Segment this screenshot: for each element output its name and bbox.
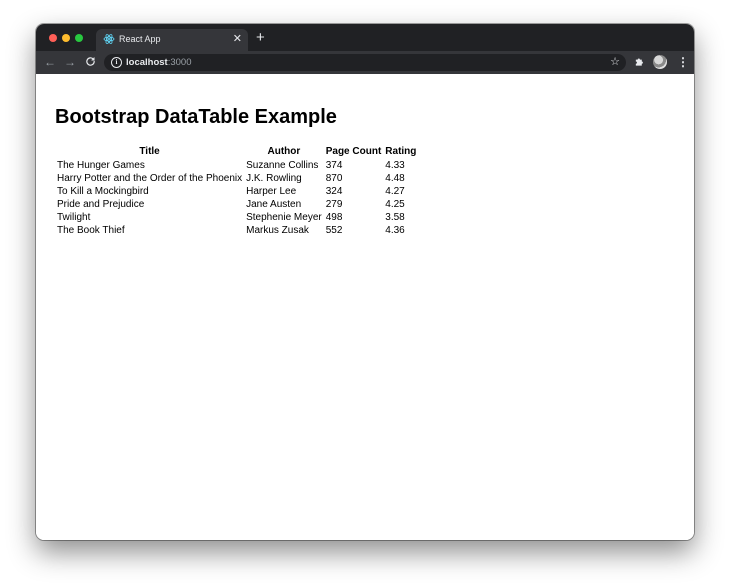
tab-react-app[interactable]: React App ✕ [96, 29, 248, 51]
puzzle-icon[interactable] [634, 54, 645, 72]
title-bar: React App ✕ + [36, 24, 694, 51]
plus-icon[interactable]: + [256, 30, 265, 46]
cell-author: Suzanne Collins [246, 160, 319, 171]
info-icon[interactable]: i [111, 57, 122, 68]
cell-rating: 4.36 [385, 225, 405, 236]
browser-window: React App ✕ + ← → i localhost:3000 ☆ ⋮ B… [36, 24, 694, 540]
cell-page-count: 552 [325, 225, 343, 236]
table-header-row: Title Author Page Count Rating [55, 144, 418, 159]
cell-author: J.K. Rowling [246, 173, 302, 184]
reload-icon[interactable] [85, 54, 96, 71]
address-bar[interactable]: i localhost:3000 ☆ [104, 54, 626, 71]
tab-title: React App [119, 34, 161, 44]
page-content: Bootstrap DataTable Example Title Author… [36, 74, 694, 540]
cell-rating: 4.25 [385, 199, 405, 210]
close-window-button[interactable] [49, 34, 57, 42]
forward-arrow-icon[interactable]: → [64, 54, 76, 70]
cell-author: Stephenie Meyer [246, 212, 322, 223]
cell-title: Harry Potter and the Order of the Phoeni… [57, 173, 243, 184]
table-row: The Hunger Games Suzanne Collins 374 4.3… [55, 159, 418, 172]
url-text: localhost:3000 [126, 57, 192, 68]
cell-page-count: 498 [325, 212, 343, 223]
cell-title: To Kill a Mockingbird [57, 186, 149, 197]
cell-author: Jane Austen [246, 199, 302, 210]
kebab-menu-icon[interactable]: ⋮ [677, 54, 689, 70]
table-row: The Book Thief Markus Zusak 552 4.36 [55, 224, 418, 237]
books-table: Title Author Page Count Rating The Hunge… [55, 144, 418, 237]
table-row: Pride and Prejudice Jane Austen 279 4.25 [55, 198, 418, 211]
close-icon[interactable]: ✕ [233, 32, 242, 46]
table-row: Harry Potter and the Order of the Phoeni… [55, 172, 418, 185]
back-arrow-icon[interactable]: ← [44, 54, 56, 70]
page-title: Bootstrap DataTable Example [55, 106, 337, 128]
cell-title: Twilight [57, 212, 91, 223]
column-header-author[interactable]: Author [244, 144, 324, 159]
table-row: Twilight Stephenie Meyer 498 3.58 [55, 211, 418, 224]
cell-title: The Book Thief [57, 225, 125, 236]
star-icon[interactable]: ☆ [610, 55, 620, 69]
table-row: To Kill a Mockingbird Harper Lee 324 4.2… [55, 185, 418, 198]
cell-page-count: 279 [325, 199, 343, 210]
cell-title: Pride and Prejudice [57, 199, 145, 210]
browser-toolbar: ← → i localhost:3000 ☆ ⋮ [36, 51, 694, 74]
minimize-window-button[interactable] [62, 34, 70, 42]
cell-rating: 4.33 [385, 160, 405, 171]
cell-page-count: 324 [325, 186, 343, 197]
cell-page-count: 870 [325, 173, 343, 184]
react-logo-icon [103, 33, 115, 45]
cell-rating: 4.27 [385, 186, 405, 197]
cell-author: Markus Zusak [246, 225, 309, 236]
cell-page-count: 374 [325, 160, 343, 171]
zoom-window-button[interactable] [75, 34, 83, 42]
column-header-title[interactable]: Title [55, 144, 244, 159]
avatar[interactable] [653, 55, 667, 69]
column-header-page-count[interactable]: Page Count [324, 144, 384, 159]
cell-title: The Hunger Games [57, 160, 145, 171]
column-header-rating[interactable]: Rating [383, 144, 418, 159]
cell-rating: 3.58 [385, 212, 405, 223]
cell-rating: 4.48 [385, 173, 405, 184]
cell-author: Harper Lee [246, 186, 297, 197]
